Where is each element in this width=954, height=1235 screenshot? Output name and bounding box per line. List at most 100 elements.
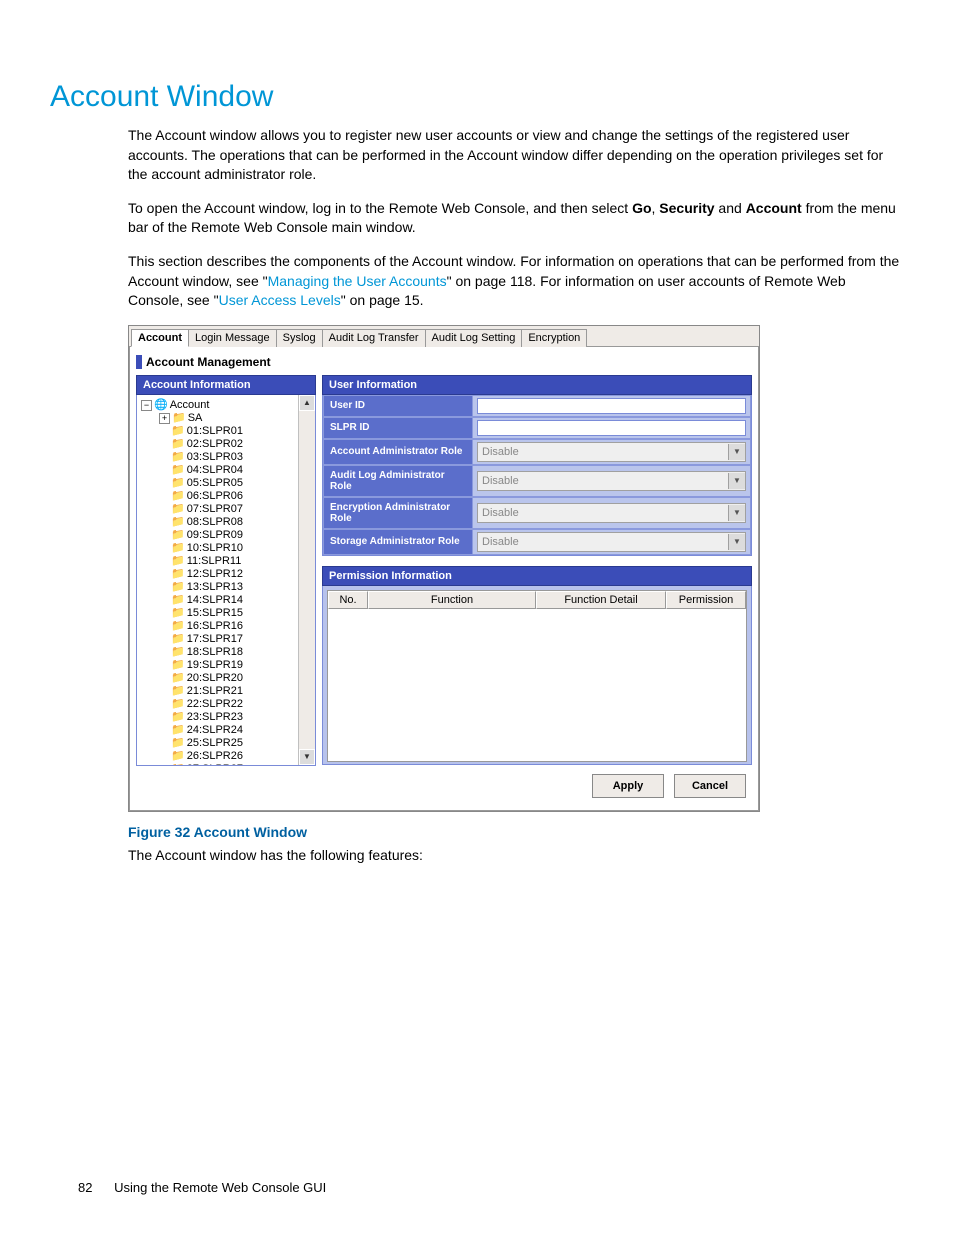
- tree-item-label: 14:SLPR14: [187, 594, 243, 607]
- tab-account[interactable]: Account: [131, 329, 189, 347]
- tree-item[interactable]: 📁04:SLPR04: [141, 464, 294, 477]
- tree-item[interactable]: 📁10:SLPR10: [141, 542, 294, 555]
- tab-audit-log-setting[interactable]: Audit Log Setting: [426, 329, 523, 347]
- folder-icon: 📁: [171, 490, 185, 503]
- folder-icon: 📁: [171, 620, 185, 633]
- tree-item[interactable]: 📁20:SLPR20: [141, 672, 294, 685]
- tree-item-label: 07:SLPR07: [187, 503, 243, 516]
- folder-icon: 📁: [171, 607, 185, 620]
- chevron-down-icon: ▼: [728, 444, 745, 460]
- user-id-label: User ID: [323, 395, 473, 417]
- tree-item[interactable]: 📁12:SLPR12: [141, 568, 294, 581]
- col-no[interactable]: No.: [328, 591, 368, 609]
- tree-item[interactable]: 📁03:SLPR03: [141, 451, 294, 464]
- tree-item[interactable]: 📁21:SLPR21: [141, 685, 294, 698]
- audit-admin-role-label: Audit Log Administrator Role: [323, 465, 473, 497]
- tree-item[interactable]: 📁13:SLPR13: [141, 581, 294, 594]
- tree-item-label: 11:SLPR11: [187, 555, 242, 568]
- intro-paragraph-1: The Account window allows you to registe…: [128, 126, 904, 185]
- tree-item[interactable]: 📁08:SLPR08: [141, 516, 294, 529]
- user-information-header: User Information: [322, 375, 752, 395]
- permission-table: No. Function Function Detail Permission: [327, 590, 747, 762]
- col-permission[interactable]: Permission: [666, 591, 746, 609]
- tab-login-message[interactable]: Login Message: [189, 329, 277, 347]
- audit-admin-role-select[interactable]: Disable▼: [477, 471, 746, 491]
- folder-icon: 📁: [171, 698, 185, 711]
- tab-syslog[interactable]: Syslog: [277, 329, 323, 347]
- folder-icon: 📁: [171, 737, 185, 750]
- link-managing-user-accounts[interactable]: Managing the User Accounts: [268, 273, 447, 289]
- tree-item-label: 13:SLPR13: [187, 581, 243, 594]
- tree-child-label[interactable]: SA: [188, 412, 203, 425]
- tab-audit-log-transfer[interactable]: Audit Log Transfer: [323, 329, 426, 347]
- tree-item[interactable]: 📁11:SLPR11: [141, 555, 294, 568]
- page-footer: 82 Using the Remote Web Console GUI: [78, 1180, 326, 1195]
- account-information-header: Account Information: [136, 375, 316, 395]
- folder-icon: 📁: [171, 425, 185, 438]
- tree-item[interactable]: 📁15:SLPR15: [141, 607, 294, 620]
- tree-item[interactable]: 📁02:SLPR02: [141, 438, 294, 451]
- title-bar-icon: [136, 355, 142, 369]
- tree-item[interactable]: 📁09:SLPR09: [141, 529, 294, 542]
- folder-icon: 📁: [171, 555, 185, 568]
- folder-icon: 📁: [171, 724, 185, 737]
- folder-icon: 📁: [171, 659, 185, 672]
- tree-root-label[interactable]: Account: [170, 399, 210, 412]
- tree-item-label: 10:SLPR10: [187, 542, 243, 555]
- tree-item[interactable]: 📁16:SLPR16: [141, 620, 294, 633]
- scroll-down-button[interactable]: ▼: [299, 749, 315, 765]
- folder-icon: 📁: [171, 503, 185, 516]
- tree-item[interactable]: 📁18:SLPR18: [141, 646, 294, 659]
- permission-info-header: Permission Information: [322, 566, 752, 586]
- tree-item-label: 03:SLPR03: [187, 451, 243, 464]
- tree-item-label: 23:SLPR23: [187, 711, 243, 724]
- tree-item[interactable]: 📁23:SLPR23: [141, 711, 294, 724]
- tree-item[interactable]: 📁07:SLPR07: [141, 503, 294, 516]
- col-function-detail[interactable]: Function Detail: [536, 591, 666, 609]
- slpr-id-input[interactable]: [477, 420, 746, 436]
- encryption-admin-role-select[interactable]: Disable▼: [477, 503, 746, 523]
- tree-item[interactable]: 📁06:SLPR06: [141, 490, 294, 503]
- tree-item-label: 12:SLPR12: [187, 568, 243, 581]
- tree-item-label: 08:SLPR08: [187, 516, 243, 529]
- folder-icon: 📁: [171, 711, 185, 724]
- tree-item[interactable]: 📁25:SLPR25: [141, 737, 294, 750]
- tree-item[interactable]: 📁26:SLPR26: [141, 750, 294, 763]
- expand-icon[interactable]: +: [159, 413, 170, 424]
- chevron-down-icon: ▼: [728, 505, 745, 521]
- folder-icon: 📁: [171, 568, 185, 581]
- tree-item-label: 27:SLPR27: [187, 763, 243, 765]
- folder-icon: 📁: [171, 763, 185, 765]
- folder-icon: 📁: [171, 464, 185, 477]
- col-function[interactable]: Function: [368, 591, 536, 609]
- account-tree[interactable]: − 🌐 Account + 📁 SA 📁01:SLPR01📁02:SLPR02📁…: [137, 395, 298, 765]
- tree-item[interactable]: 📁22:SLPR22: [141, 698, 294, 711]
- tree-item[interactable]: 📁14:SLPR14: [141, 594, 294, 607]
- link-user-access-levels[interactable]: User Access Levels: [219, 292, 341, 308]
- account-admin-role-select[interactable]: Disable▼: [477, 442, 746, 462]
- tree-item[interactable]: 📁01:SLPR01: [141, 425, 294, 438]
- apply-button[interactable]: Apply: [592, 774, 664, 798]
- tree-item-label: 01:SLPR01: [187, 425, 243, 438]
- folder-icon: 📁: [171, 646, 185, 659]
- folder-icon: 📁: [171, 529, 185, 542]
- scroll-up-button[interactable]: ▲: [299, 395, 315, 411]
- tree-item[interactable]: 📁24:SLPR24: [141, 724, 294, 737]
- user-id-input[interactable]: [477, 398, 746, 414]
- tree-item[interactable]: 📁19:SLPR19: [141, 659, 294, 672]
- tab-encryption[interactable]: Encryption: [522, 329, 587, 347]
- tree-item-label: 22:SLPR22: [187, 698, 243, 711]
- tree-item-label: 21:SLPR21: [187, 685, 243, 698]
- collapse-icon[interactable]: −: [141, 400, 152, 411]
- tree-scrollbar[interactable]: ▲ ▼: [298, 395, 315, 765]
- tree-item[interactable]: 📁05:SLPR05: [141, 477, 294, 490]
- tree-item[interactable]: 📁27:SLPR27: [141, 763, 294, 765]
- storage-admin-role-select[interactable]: Disable▼: [477, 532, 746, 552]
- figure-caption: Figure 32 Account Window: [128, 824, 904, 840]
- tree-item[interactable]: 📁17:SLPR17: [141, 633, 294, 646]
- page-number: 82: [78, 1180, 92, 1195]
- folder-icon: 📁: [171, 451, 185, 464]
- account-admin-role-label: Account Administrator Role: [323, 439, 473, 465]
- cancel-button[interactable]: Cancel: [674, 774, 746, 798]
- folder-icon: 📁: [171, 672, 185, 685]
